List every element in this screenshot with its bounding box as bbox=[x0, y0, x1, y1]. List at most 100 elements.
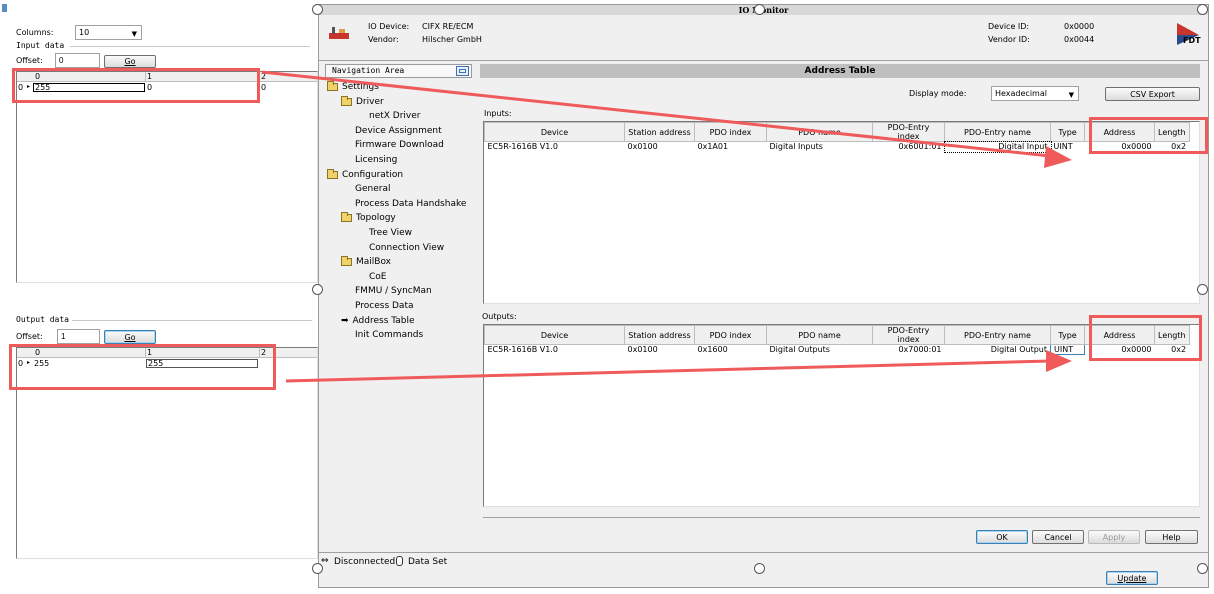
resize-handle-bottom-left[interactable] bbox=[312, 563, 323, 574]
inputs-col-header[interactable]: PDO name bbox=[766, 122, 873, 142]
inputs-cell: 0x6001:01 bbox=[898, 142, 942, 152]
nav-item-process-data[interactable]: Process Data bbox=[355, 301, 414, 311]
input-offset-field[interactable] bbox=[55, 53, 100, 68]
cancel-button[interactable]: Cancel bbox=[1032, 530, 1084, 544]
inputs-table: Device Station address PDO index PDO name PD… bbox=[484, 122, 1190, 153]
output-offset-field[interactable] bbox=[57, 329, 100, 344]
nav-item-label: Connection View bbox=[369, 242, 445, 253]
folder-icon bbox=[341, 95, 352, 106]
input-cell-2[interactable]: 0 bbox=[261, 83, 266, 92]
inputs-cell: Digital Inputs bbox=[769, 142, 823, 152]
nav-item-process-data-handshake[interactable]: Process Data Handshake bbox=[355, 199, 466, 209]
fdt-logo-text: FDT bbox=[1183, 36, 1201, 45]
device-id-value: 0x0000 bbox=[1064, 22, 1095, 31]
nav-item-label: Process Data Handshake bbox=[355, 198, 467, 209]
resize-handle-top-left[interactable] bbox=[312, 4, 323, 15]
apply-button[interactable]: Apply bbox=[1088, 530, 1140, 544]
nav-item-settings[interactable]: Settings bbox=[327, 81, 379, 92]
nav-item-driver[interactable]: Driver bbox=[341, 95, 384, 107]
device-id-label: Device ID: bbox=[988, 22, 1030, 31]
outputs-table: Device Station address PDO index PDO name PD… bbox=[484, 325, 1190, 355]
inputs-col-header[interactable]: Station address bbox=[624, 122, 695, 142]
nav-item-tree-view[interactable]: Tree View bbox=[369, 228, 412, 238]
selected-arrow-icon: ➡ bbox=[341, 315, 349, 326]
nav-item-configuration[interactable]: Configuration bbox=[327, 168, 404, 180]
outputs-cell: Digital Outputs bbox=[769, 345, 830, 355]
nav-item-device-assignment[interactable]: Device Assignment bbox=[355, 126, 442, 136]
nav-item-label: netX Driver bbox=[369, 111, 421, 122]
resize-handle-mid-right[interactable] bbox=[1197, 284, 1208, 295]
outputs-col-header[interactable]: PDO-Entry name bbox=[944, 325, 1051, 345]
device-header: IO Device: CIFX RE/ECM Vendor: Hilscher … bbox=[319, 15, 1208, 61]
nav-collapse-icon[interactable] bbox=[456, 66, 469, 76]
nav-item-label: Driver bbox=[356, 96, 384, 107]
update-button[interactable]: Update bbox=[1106, 571, 1158, 585]
vendor-id-label: Vendor ID: bbox=[988, 35, 1030, 44]
nav-item-label: FMMU / SyncMan bbox=[355, 286, 432, 297]
resize-handle-top-center[interactable] bbox=[754, 4, 765, 15]
table-row[interactable]: EC5R-1616B V1.0 0x0100 0x1600 Digital Outpu… bbox=[485, 344, 1190, 355]
nav-item-firmware-download[interactable]: Firmware Download bbox=[355, 140, 444, 150]
outputs-col-header[interactable]: PDO name bbox=[766, 325, 873, 345]
nav-tree: Settings Driver netX Driver Device Assignme… bbox=[325, 78, 472, 550]
nav-item-netx-driver[interactable]: netX Driver bbox=[369, 111, 421, 121]
outputs-cell: 0x7000:01 bbox=[898, 345, 942, 355]
nav-item-label: Device Assignment bbox=[355, 125, 442, 136]
resize-handle-mid-left[interactable] bbox=[312, 284, 323, 295]
annotation-box-output-address bbox=[1089, 315, 1202, 361]
inputs-col-header[interactable]: Type bbox=[1050, 122, 1085, 142]
outputs-cell: EC5R-1616B V1.0 bbox=[487, 345, 558, 355]
folder-icon bbox=[341, 212, 352, 223]
help-button[interactable]: Help bbox=[1145, 530, 1198, 544]
nav-header: Navigation Area bbox=[325, 64, 472, 78]
io-monitor-window: IO Monitor IO Device: CIFX RE/ECM Vendor… bbox=[318, 4, 1209, 588]
inputs-col-header[interactable]: PDO index bbox=[694, 122, 767, 142]
outputs-cell: 0x0100 bbox=[627, 345, 658, 355]
columns-select[interactable]: 10 ▼ bbox=[75, 25, 142, 40]
dataset-icon bbox=[396, 556, 403, 566]
nav-item-label: Process Data bbox=[355, 301, 414, 311]
inputs-label: Inputs: bbox=[484, 109, 512, 118]
annotation-box-input-left bbox=[12, 68, 260, 103]
resize-handle-top-right[interactable] bbox=[1197, 4, 1208, 15]
inputs-cell: Digital Input bbox=[943, 140, 1052, 153]
inputs-col-header[interactable]: Device bbox=[484, 122, 625, 142]
outputs-col-header[interactable]: PDO index bbox=[694, 325, 767, 345]
panel-divider bbox=[483, 517, 1200, 518]
nav-item-init-commands[interactable]: Init Commands bbox=[355, 330, 423, 340]
outputs-cell: Digital Output bbox=[990, 345, 1047, 355]
nav-item-mailbox[interactable]: MailBox bbox=[341, 256, 392, 268]
nav-item-label: Topology bbox=[356, 213, 396, 224]
outputs-col-header[interactable]: Type bbox=[1050, 325, 1085, 345]
input-go-button[interactable]: Go bbox=[104, 55, 156, 68]
device-icon bbox=[329, 27, 349, 39]
io-device-value: CIFX RE/ECM bbox=[422, 22, 474, 31]
display-mode-select[interactable]: Hexadecimal ▼ bbox=[991, 86, 1079, 101]
inputs-col-header[interactable]: PDO-Entry index bbox=[872, 122, 945, 142]
navigation-area: Navigation Area Settings Driver netX Drive… bbox=[325, 64, 472, 550]
outputs-col-header[interactable]: Device bbox=[484, 325, 625, 345]
nav-item-address-table[interactable]: ➡ Address Table bbox=[341, 316, 415, 326]
outputs-col-header[interactable]: PDO-Entry index bbox=[872, 325, 945, 345]
nav-item-topology[interactable]: Topology bbox=[341, 212, 396, 224]
outputs-col-header[interactable]: Station address bbox=[624, 325, 695, 345]
inputs-cell: 0x0100 bbox=[627, 142, 658, 152]
inputs-cell: EC5R-1616B V1.0 bbox=[487, 142, 558, 152]
nav-item-fmmu-syncman[interactable]: FMMU / SyncMan bbox=[355, 286, 432, 296]
nav-item-connection-view[interactable]: Connection View bbox=[369, 243, 444, 253]
table-row[interactable]: EC5R-1616B V1.0 0x0100 0x1A01 Digital Input… bbox=[485, 140, 1190, 153]
folder-icon bbox=[327, 168, 338, 179]
vendor-value: Hilscher GmbH bbox=[422, 35, 482, 44]
nav-item-label: Tree View bbox=[369, 228, 412, 238]
nav-item-general[interactable]: General bbox=[355, 184, 390, 194]
resize-handle-bottom-center[interactable] bbox=[754, 563, 765, 574]
output-go-button[interactable]: Go bbox=[104, 330, 156, 344]
nav-item-coe[interactable]: CoE bbox=[369, 272, 386, 282]
nav-item-label: Configuration bbox=[342, 169, 404, 180]
inputs-col-header[interactable]: PDO-Entry name bbox=[944, 122, 1051, 142]
resize-handle-bottom-right[interactable] bbox=[1197, 563, 1208, 574]
ok-button[interactable]: OK bbox=[976, 530, 1028, 544]
nav-item-label: MailBox bbox=[356, 257, 392, 268]
csv-export-button[interactable]: CSV Export bbox=[1105, 87, 1200, 101]
nav-item-licensing[interactable]: Licensing bbox=[355, 155, 397, 165]
